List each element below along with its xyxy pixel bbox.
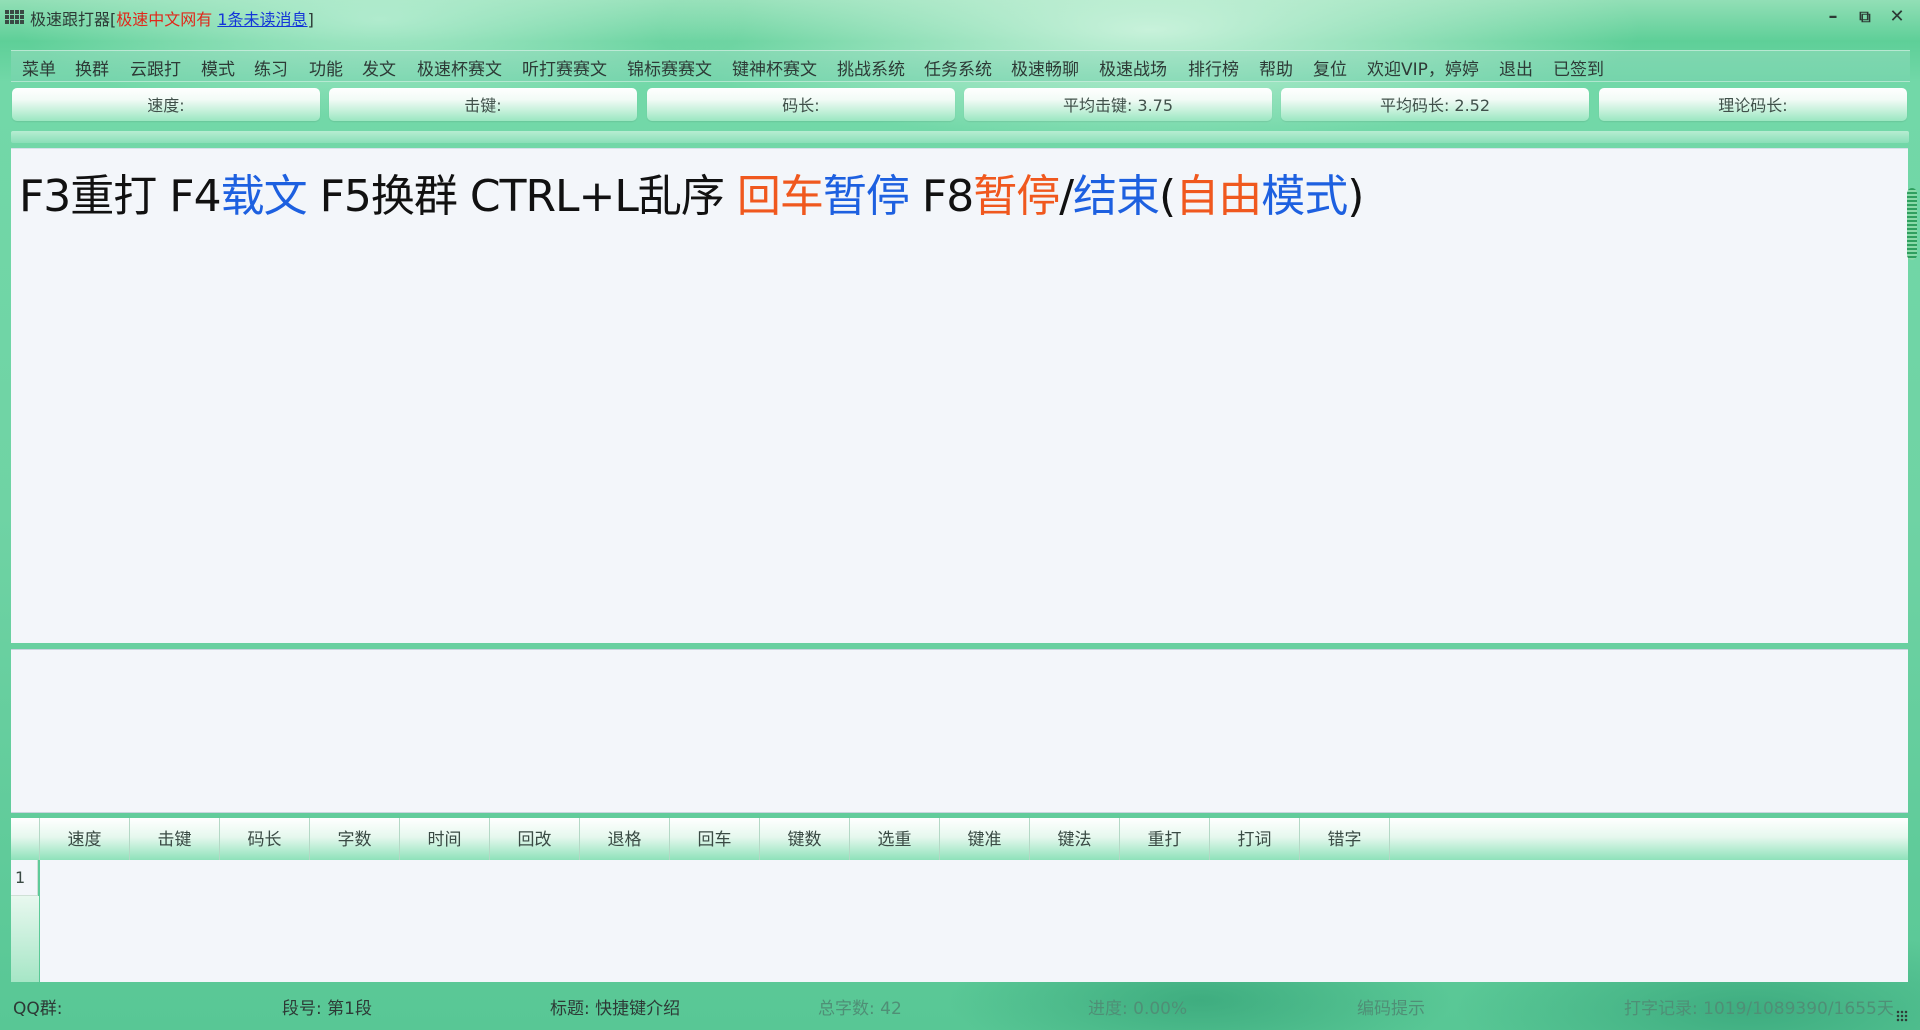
menu-item-switch-group[interactable]: 换群 <box>75 55 109 80</box>
text-seg: ( <box>1159 171 1176 222</box>
site-name: 极速中文网有 <box>116 10 213 29</box>
column-header[interactable]: 码长 <box>220 818 310 860</box>
column-header[interactable]: 回改 <box>490 818 580 860</box>
avg-code-length-stat: 平均码长: 2.52 <box>1281 88 1589 121</box>
window-title: 极速跟打器[极速中文网有 1条未读消息] <box>30 6 314 30</box>
row-header-column <box>11 896 39 982</box>
column-header[interactable]: 退格 <box>580 818 670 860</box>
text-seg: 自由 <box>1175 171 1262 222</box>
text-seg: 暂停 <box>822 171 910 222</box>
menu-item-menu[interactable]: 菜单 <box>22 55 56 80</box>
menu-item-championship[interactable]: 锦标赛赛文 <box>627 55 712 80</box>
article-title: 标题: 快捷键介绍 <box>550 999 681 1019</box>
code-length-stat: 码长: <box>647 88 955 121</box>
keystroke-stat: 击键: <box>329 88 637 121</box>
typing-record: 打字记录: 1019/1089390/1655天 <box>1624 999 1894 1019</box>
menu-item-listen-race[interactable]: 听打赛赛文 <box>522 55 607 80</box>
menu-item-practice[interactable]: 练习 <box>254 55 288 80</box>
column-header[interactable]: 打词 <box>1210 818 1300 860</box>
column-header[interactable]: 字数 <box>310 818 400 860</box>
bracket-close: ] <box>307 10 314 29</box>
column-header[interactable]: 击键 <box>130 818 220 860</box>
row-number[interactable]: 1 <box>11 860 38 896</box>
results-table-body[interactable] <box>40 860 1908 982</box>
column-header[interactable]: 选重 <box>850 818 940 860</box>
text-seg: F8 <box>908 171 974 222</box>
text-seg: F3重打 F4 <box>19 171 222 222</box>
code-hint[interactable]: 编码提示 <box>1357 994 1425 1019</box>
progress-divider <box>11 131 1909 143</box>
menu-item-mode[interactable]: 模式 <box>201 55 235 80</box>
menu-item-function[interactable]: 功能 <box>309 55 343 80</box>
menu-item-chat[interactable]: 极速畅聊 <box>1011 55 1079 80</box>
article-text: F3重打 F4载文 F5换群 CTRL+L乱序 回车暂停 F8暂停/结束(自由模… <box>19 160 1364 224</box>
restore-icon[interactable]: ⧉ <box>1852 6 1878 28</box>
text-seg: F5换群 CTRL+L乱序 <box>306 171 737 222</box>
results-table-header: 速度 击键 码长 字数 时间 回改 退格 回车 键数 选重 键准 键法 重打 打… <box>11 818 1908 860</box>
total-chars: 总字数: 42 <box>818 999 902 1019</box>
menu-item-welcome-vip[interactable]: 欢迎VIP，婷婷 <box>1367 55 1479 80</box>
text-seg: 回车 <box>736 171 824 222</box>
column-header[interactable]: 错字 <box>1300 818 1390 860</box>
column-header[interactable]: 键数 <box>760 818 850 860</box>
column-header[interactable]: 速度 <box>40 818 130 860</box>
text-seg: 载文 <box>220 171 308 222</box>
column-header[interactable]: 键法 <box>1030 818 1120 860</box>
column-header[interactable]: 回车 <box>670 818 760 860</box>
menu-item-keygod-cup[interactable]: 键神杯赛文 <box>732 55 817 80</box>
text-seg: / <box>1059 171 1074 222</box>
menu-item-challenge[interactable]: 挑战系统 <box>837 55 905 80</box>
menu-item-jisu-cup[interactable]: 极速杯赛文 <box>417 55 502 80</box>
resize-grip-icon[interactable] <box>1896 1010 1908 1022</box>
speed-stat: 速度: <box>12 88 320 121</box>
unread-message-link[interactable]: 1条未读消息 <box>217 10 307 29</box>
qq-group: QQ群: <box>13 999 63 1019</box>
text-seg: ) <box>1347 171 1364 222</box>
menu-item-task[interactable]: 任务系统 <box>924 55 992 80</box>
scrollbar-thumb[interactable] <box>1907 188 1917 260</box>
menu-bar: 菜单 换群 云跟打 模式 练习 功能 发文 极速杯赛文 听打赛赛文 锦标赛赛文 … <box>11 50 1910 82</box>
menu-item-exit[interactable]: 退出 <box>1499 55 1533 80</box>
close-icon[interactable]: ✕ <box>1884 6 1910 28</box>
menu-item-send-text[interactable]: 发文 <box>362 55 396 80</box>
avg-keystroke-stat: 平均击键: 3.75 <box>964 88 1272 121</box>
app-name: 极速跟打器 <box>30 10 111 29</box>
title-bar: 极速跟打器[极速中文网有 1条未读消息] – ⧉ ✕ <box>0 0 1920 36</box>
segment-number: 段号: 第1段 <box>282 999 372 1019</box>
progress: 进度: 0.00% <box>1088 999 1188 1019</box>
text-seg: 结束 <box>1073 171 1160 222</box>
theory-code-length-stat: 理论码长: <box>1599 88 1907 121</box>
column-header[interactable]: 时间 <box>400 818 490 860</box>
menu-item-help[interactable]: 帮助 <box>1259 55 1293 80</box>
menu-item-cloud[interactable]: 云跟打 <box>130 55 181 80</box>
text-seg: 模式 <box>1261 171 1348 222</box>
menu-item-ranking[interactable]: 排行榜 <box>1188 55 1239 80</box>
menu-item-battlefield[interactable]: 极速战场 <box>1099 55 1167 80</box>
text-seg: 暂停 <box>973 171 1060 222</box>
menu-item-signed-in[interactable]: 已签到 <box>1553 55 1604 80</box>
article-text-area[interactable]: F3重打 F4载文 F5换群 CTRL+L乱序 回车暂停 F8暂停/结束(自由模… <box>11 148 1908 643</box>
app-menu-icon[interactable] <box>5 10 25 25</box>
minimize-icon[interactable]: – <box>1820 6 1846 28</box>
corner-cell <box>11 818 40 860</box>
menu-item-reset[interactable]: 复位 <box>1313 55 1347 80</box>
typing-input-area[interactable] <box>11 649 1908 813</box>
column-header[interactable]: 键准 <box>940 818 1030 860</box>
column-header[interactable]: 重打 <box>1120 818 1210 860</box>
